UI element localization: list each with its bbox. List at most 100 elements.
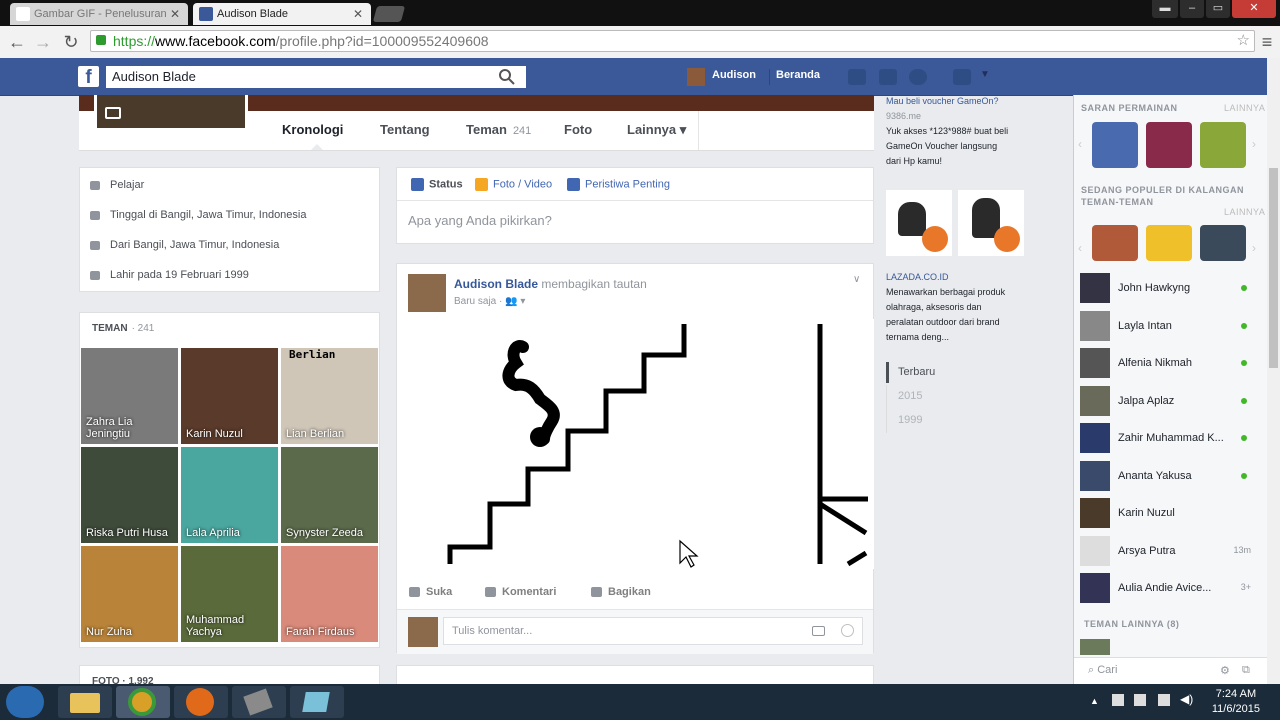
friend-name[interactable]: Karin Nuzul	[186, 428, 276, 440]
friend-tile[interactable]: Karin Nuzul	[181, 348, 278, 444]
friend-tile[interactable]: Synyster Zeeda	[281, 447, 378, 543]
friend-tile[interactable]: Berlian Lian Berlian	[281, 348, 378, 444]
timeline-year-2015[interactable]: 2015	[898, 390, 922, 402]
chat-contact[interactable]: Karin Nuzul	[1080, 498, 1265, 530]
friend-name[interactable]: Lian Berlian	[286, 428, 376, 440]
popout-icon[interactable]: ⧉	[1242, 664, 1250, 677]
ad-product-image[interactable]	[886, 190, 952, 256]
star-icon[interactable]: ☆	[1237, 31, 1250, 51]
chevron-left-icon[interactable]: ‹	[1078, 137, 1082, 151]
chevron-left-icon[interactable]: ‹	[1078, 241, 1082, 255]
intro-text[interactable]: Tinggal di Bangil, Jawa Timur, Indonesia	[110, 209, 306, 221]
friend-name[interactable]: Farah Firdaus	[286, 626, 376, 638]
comment-input[interactable]: Tulis komentar...	[443, 617, 863, 645]
camera-icon[interactable]	[105, 107, 121, 119]
tray-icon[interactable]	[1112, 694, 1124, 706]
chat-contact[interactable]: Arsya Putra 13m	[1080, 535, 1265, 568]
messages-icon[interactable]	[879, 69, 897, 85]
friend-tile[interactable]: Nur Zuha	[81, 546, 178, 642]
tray-expand-icon[interactable]: ▲	[1090, 696, 1099, 706]
notifications-icon[interactable]	[909, 69, 927, 85]
share-button[interactable]: Bagikan	[591, 586, 651, 598]
game-icon[interactable]	[1146, 122, 1192, 168]
chrome-icon[interactable]	[116, 686, 170, 718]
post-options-chevron-icon[interactable]: ∨	[853, 274, 860, 285]
chat-contact[interactable]: John Hawkyng	[1080, 273, 1265, 305]
timeline-year-latest[interactable]: Terbaru	[898, 366, 935, 378]
composer-tab-life-event[interactable]: Peristiwa Penting	[567, 178, 670, 191]
facebook-logo-icon[interactable]: f	[78, 66, 99, 88]
chevron-right-icon[interactable]: ›	[1252, 137, 1256, 151]
chat-contact[interactable]: Aulia Andie Avice... 3+	[1080, 573, 1265, 605]
game-icon[interactable]	[1200, 225, 1246, 261]
volume-icon[interactable]: ◀)	[1180, 692, 1193, 706]
post-time-text[interactable]: Baru saja ·	[454, 296, 505, 307]
network-icon[interactable]	[1158, 694, 1170, 706]
timeline-year-1999[interactable]: 1999	[898, 414, 922, 426]
ad-product-image[interactable]	[958, 190, 1024, 256]
game-icon[interactable]	[1092, 225, 1138, 261]
ad-gameon[interactable]: Mau beli voucher GameOn? 9386.me Yuk aks…	[886, 94, 1008, 169]
emoji-icon[interactable]	[841, 624, 854, 637]
camera-icon[interactable]	[812, 626, 825, 636]
tab-foto[interactable]: Foto	[564, 122, 592, 137]
chat-contact[interactable]: Alfenia Nikmah	[1080, 348, 1265, 380]
game-icon[interactable]	[1146, 225, 1192, 261]
profile-link[interactable]: Audison	[712, 69, 756, 81]
friend-tile[interactable]: Lala Aprilia	[181, 447, 278, 543]
new-tab-button[interactable]	[372, 6, 406, 22]
ad-lazada[interactable]: LAZADA.CO.ID Menawarkan berbagai produk …	[886, 270, 1005, 345]
privacy-shortcuts-icon[interactable]	[953, 69, 971, 85]
chat-contact[interactable]: Zahir Muhammad K...	[1080, 423, 1265, 455]
gear-icon[interactable]: ⚙	[1220, 664, 1230, 677]
minimize-icon[interactable]: ▬	[1152, 0, 1178, 18]
scrollbar-thumb[interactable]	[1269, 168, 1278, 368]
maximize-button[interactable]: ▭	[1206, 0, 1230, 18]
chat-contact[interactable]: Ananta Yakusa	[1080, 460, 1265, 493]
friend-tile[interactable]: Muhammad Yachya	[181, 546, 278, 642]
friend-name[interactable]: Synyster Zeeda	[286, 527, 376, 539]
tab-teman[interactable]: Teman 241	[466, 122, 531, 137]
home-link[interactable]: Beranda	[776, 69, 820, 81]
forward-arrow-icon[interactable]: →	[32, 31, 54, 53]
chat-contact[interactable]: Jalpa Aplaz	[1080, 385, 1265, 418]
status-input[interactable]: Apa yang Anda pikirkan?	[408, 213, 552, 228]
start-button-icon[interactable]	[6, 686, 44, 718]
chat-contact[interactable]: Layla Intan	[1080, 310, 1265, 343]
chat-search-input[interactable]: ⌕ Cari	[1088, 664, 1117, 677]
app-icon[interactable]	[290, 686, 344, 718]
game-icon[interactable]	[1092, 122, 1138, 168]
firefox-icon[interactable]	[174, 686, 228, 718]
contact-avatar[interactable]	[1080, 639, 1110, 655]
like-button[interactable]: Suka	[409, 586, 452, 598]
friend-name[interactable]: Zahra Lia Jeningtiu	[86, 416, 176, 440]
tab-tentang[interactable]: Tentang	[380, 122, 430, 137]
search-input[interactable]: Audison Blade	[106, 66, 526, 88]
post-gif-image[interactable]	[398, 319, 874, 569]
friend-requests-icon[interactable]	[848, 69, 866, 85]
composer-tab-status[interactable]: Status	[411, 178, 463, 191]
close-tab-icon[interactable]: ✕	[170, 3, 180, 25]
browser-tab-facebook[interactable]: Audison Blade ✕	[193, 3, 371, 25]
system-clock[interactable]: 7:24 AM 11/6/2015	[1212, 687, 1260, 717]
game-icon[interactable]	[1200, 122, 1246, 168]
chevron-right-icon[interactable]: ›	[1252, 241, 1256, 255]
audience-icon[interactable]: 👥 ▾	[505, 296, 525, 307]
account-menu-chevron-icon[interactable]: ▼	[980, 69, 990, 85]
intro-text[interactable]: Dari Bangil, Jawa Timur, Indonesia	[110, 239, 279, 251]
explorer-icon[interactable]	[58, 686, 112, 718]
friends-header[interactable]: TEMAN · 241	[92, 323, 154, 334]
tab-kronologi[interactable]: Kronologi	[282, 122, 343, 137]
page-scrollbar[interactable]	[1267, 58, 1280, 684]
minimize-button[interactable]: –	[1180, 0, 1204, 18]
games-more-link[interactable]: LAINNYA	[1224, 103, 1265, 113]
menu-icon[interactable]: ≡	[1256, 31, 1278, 53]
url-input[interactable]: https://www.facebook.com/profile.php?id=…	[90, 30, 1255, 52]
friend-name[interactable]: Muhammad Yachya	[186, 614, 276, 638]
friend-name[interactable]: Nur Zuha	[86, 626, 176, 638]
friend-name[interactable]: Lala Aprilia	[186, 527, 276, 539]
friend-tile[interactable]: Riska Putri Husa	[81, 447, 178, 543]
friend-tile[interactable]: Zahra Lia Jeningtiu	[81, 348, 178, 444]
friend-tile[interactable]: Farah Firdaus	[281, 546, 378, 642]
tab-lainnya[interactable]: Lainnya ▾	[627, 122, 686, 138]
